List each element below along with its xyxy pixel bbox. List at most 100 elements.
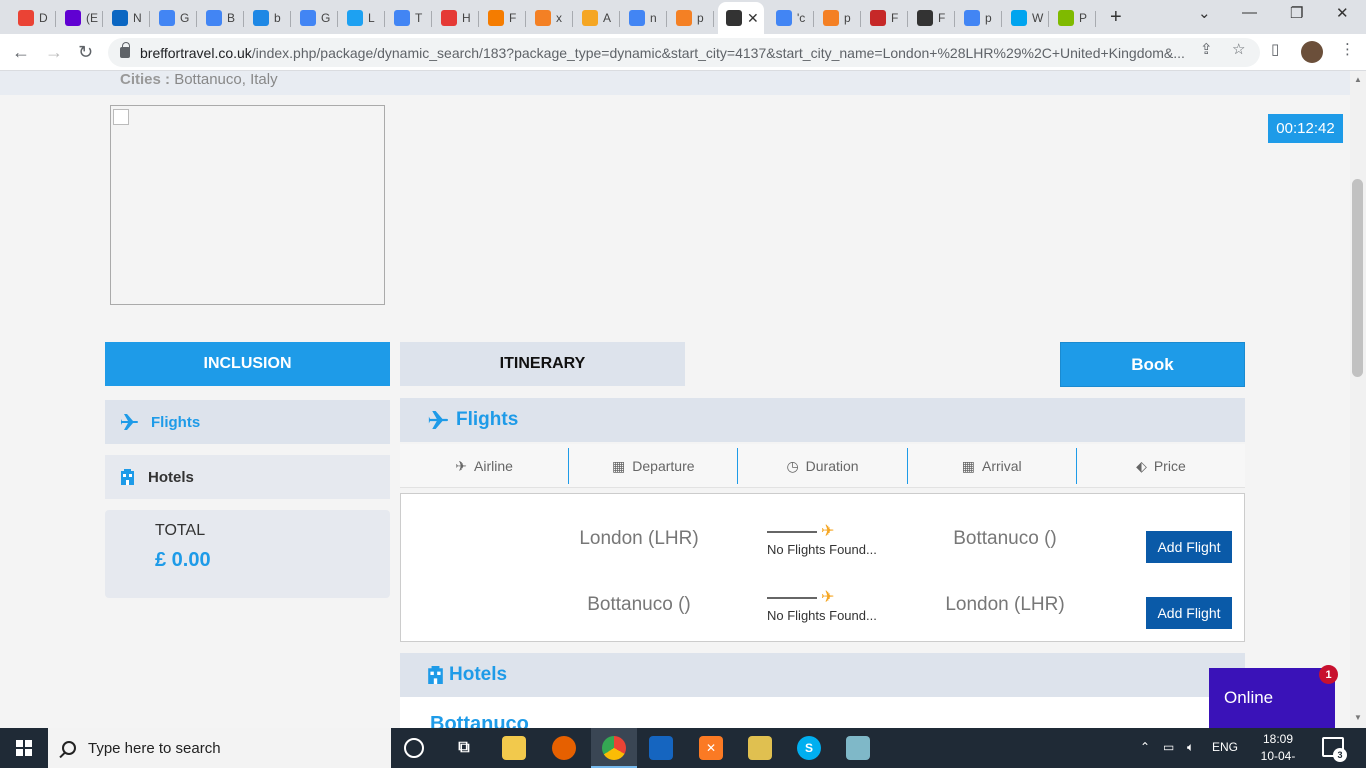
browser-tab[interactable]: n (621, 4, 667, 32)
browser-tab[interactable]: W (1003, 4, 1049, 32)
share-icon[interactable]: ⇪ (1200, 40, 1213, 58)
browser-tab[interactable]: N (104, 4, 150, 32)
flight-origin: London (LHR) (579, 528, 699, 549)
browser-tab[interactable]: ✕ (718, 2, 764, 34)
browser-tab[interactable]: 'c (768, 4, 814, 32)
taskbar-search[interactable]: Type here to search (48, 728, 391, 768)
tab-title: W (1032, 11, 1044, 25)
close-tab-icon[interactable]: ✕ (747, 10, 759, 27)
system-clock[interactable]: 18:09 10-04-2023 (1250, 731, 1306, 768)
browser-tab[interactable]: L (339, 4, 385, 32)
scroll-up-arrow[interactable]: ▲ (1354, 75, 1362, 84)
sidebar-item-hotels[interactable]: Hotels (105, 455, 390, 499)
url-field[interactable]: breffortravel.co.uk/index.php/package/dy… (108, 38, 1260, 67)
translate-icon (159, 10, 175, 26)
browser-tab[interactable]: F (909, 4, 955, 32)
language-indicator[interactable]: ENG (1212, 740, 1238, 754)
browser-tab[interactable]: p (956, 4, 1002, 32)
sidebar-item-flights[interactable]: Flights (105, 400, 390, 444)
tab-title: L (368, 11, 375, 25)
scroll-down-arrow[interactable]: ▼ (1354, 713, 1362, 722)
tab-search-icon[interactable]: ⌄ (1198, 4, 1211, 22)
cities-line: Cities : Bottanuco, Italy (120, 71, 278, 88)
browser-tab[interactable]: F (862, 4, 908, 32)
tab-separator (431, 11, 432, 27)
broken-image-icon (113, 109, 129, 125)
profile-avatar[interactable] (1301, 41, 1323, 63)
browser-tab[interactable]: p (668, 4, 714, 32)
lock-icon[interactable] (120, 42, 130, 58)
browser-tab[interactable]: p (815, 4, 861, 32)
minimize-button[interactable]: — (1242, 4, 1257, 21)
back-button[interactable]: ← (12, 42, 30, 63)
flight-origin: Bottanuco () (587, 594, 691, 615)
restore-button[interactable]: ❐ (1290, 4, 1303, 22)
start-button[interactable] (0, 728, 48, 768)
browser-tab[interactable]: G (292, 4, 338, 32)
col-airline[interactable]: ✈ Airline (400, 448, 570, 484)
airplane-icon: ✈ (821, 523, 835, 540)
flight-status: No Flights Found... (767, 608, 877, 623)
volume-icon[interactable]: 🔈︎ (1187, 740, 1194, 755)
add-flight-button[interactable]: Add Flight (1146, 597, 1232, 629)
chat-widget[interactable]: Online (1209, 668, 1335, 728)
file-explorer-icon[interactable] (502, 736, 526, 760)
page-scrollbar[interactable]: ▲ ▼ (1350, 71, 1366, 728)
bookmark-star-icon[interactable]: ☆ (1232, 40, 1245, 58)
add-flight-button[interactable]: Add Flight (1146, 531, 1232, 563)
app-icon[interactable] (748, 736, 772, 760)
network-app-icon[interactable] (649, 736, 673, 760)
notification-badge: 3 (1333, 748, 1347, 762)
browser-tab[interactable]: F (480, 4, 526, 32)
tab-itinerary[interactable]: ITINERARY (400, 342, 685, 386)
flights-section-header: Flights (400, 398, 1245, 442)
tab-separator (196, 11, 197, 27)
network-icon[interactable]: ▭ (1163, 740, 1174, 754)
browser-tab[interactable]: P (1050, 4, 1096, 32)
flight-row: London (LHR) ✈ No Flights Found... Botta… (401, 520, 1246, 563)
browser-tab[interactable]: b (245, 4, 291, 32)
reload-button[interactable]: ↻ (78, 42, 93, 63)
tab-title: B (227, 11, 236, 25)
sidebar-item-label: Hotels (148, 468, 194, 486)
chrome-icon[interactable] (602, 736, 626, 760)
forward-button[interactable]: → (45, 42, 63, 63)
col-departure[interactable]: ▦ Departure (569, 448, 739, 484)
xampp-icon[interactable]: ✕ (699, 736, 723, 760)
browser-tab[interactable]: (E (57, 4, 103, 32)
new-tab-button[interactable]: + (1110, 6, 1122, 29)
hotel-city[interactable]: Bottanuco (430, 713, 529, 728)
pma-icon (582, 10, 598, 26)
browser-tab[interactable]: A (574, 4, 620, 32)
browser-tab[interactable]: x (527, 4, 573, 32)
url-host: breffortravel.co.uk (140, 44, 252, 61)
skype-icon[interactable]: S (797, 736, 821, 760)
firefox-icon[interactable] (552, 736, 576, 760)
tab-inclusion[interactable]: INCLUSION (105, 342, 390, 386)
window-close-button[interactable]: ✕ (1336, 4, 1349, 22)
tab-title: 'c (797, 11, 806, 25)
browser-tab[interactable]: B (198, 4, 244, 32)
browser-tab[interactable]: G (151, 4, 197, 32)
google-icon (206, 10, 222, 26)
browser-tab[interactable]: H (433, 4, 479, 32)
task-view-icon[interactable]: ⧉ (452, 736, 476, 760)
notepad-icon[interactable] (846, 736, 870, 760)
browser-tab[interactable]: D (10, 4, 56, 32)
bird-icon (347, 10, 363, 26)
tab-separator (907, 11, 908, 27)
scroll-thumb[interactable] (1352, 179, 1363, 377)
windows-logo-icon (16, 740, 32, 756)
col-arrival[interactable]: ▦ Arrival (908, 448, 1077, 484)
col-price[interactable]: ⬖ Price (1077, 448, 1245, 484)
tab-separator (666, 11, 667, 27)
cortana-icon[interactable] (404, 738, 424, 758)
book-button[interactable]: Book (1060, 342, 1245, 387)
browser-tab[interactable]: T (386, 4, 432, 32)
menu-kebab-icon[interactable]: ⋮ (1340, 40, 1355, 58)
col-duration[interactable]: ◷ Duration (738, 448, 908, 484)
clock-date: 10-04-2023 (1260, 749, 1296, 768)
tray-chevron-icon[interactable]: ⌃ (1140, 740, 1150, 754)
tab-separator (713, 11, 714, 27)
side-panel-icon[interactable]: ▯ (1271, 40, 1279, 58)
